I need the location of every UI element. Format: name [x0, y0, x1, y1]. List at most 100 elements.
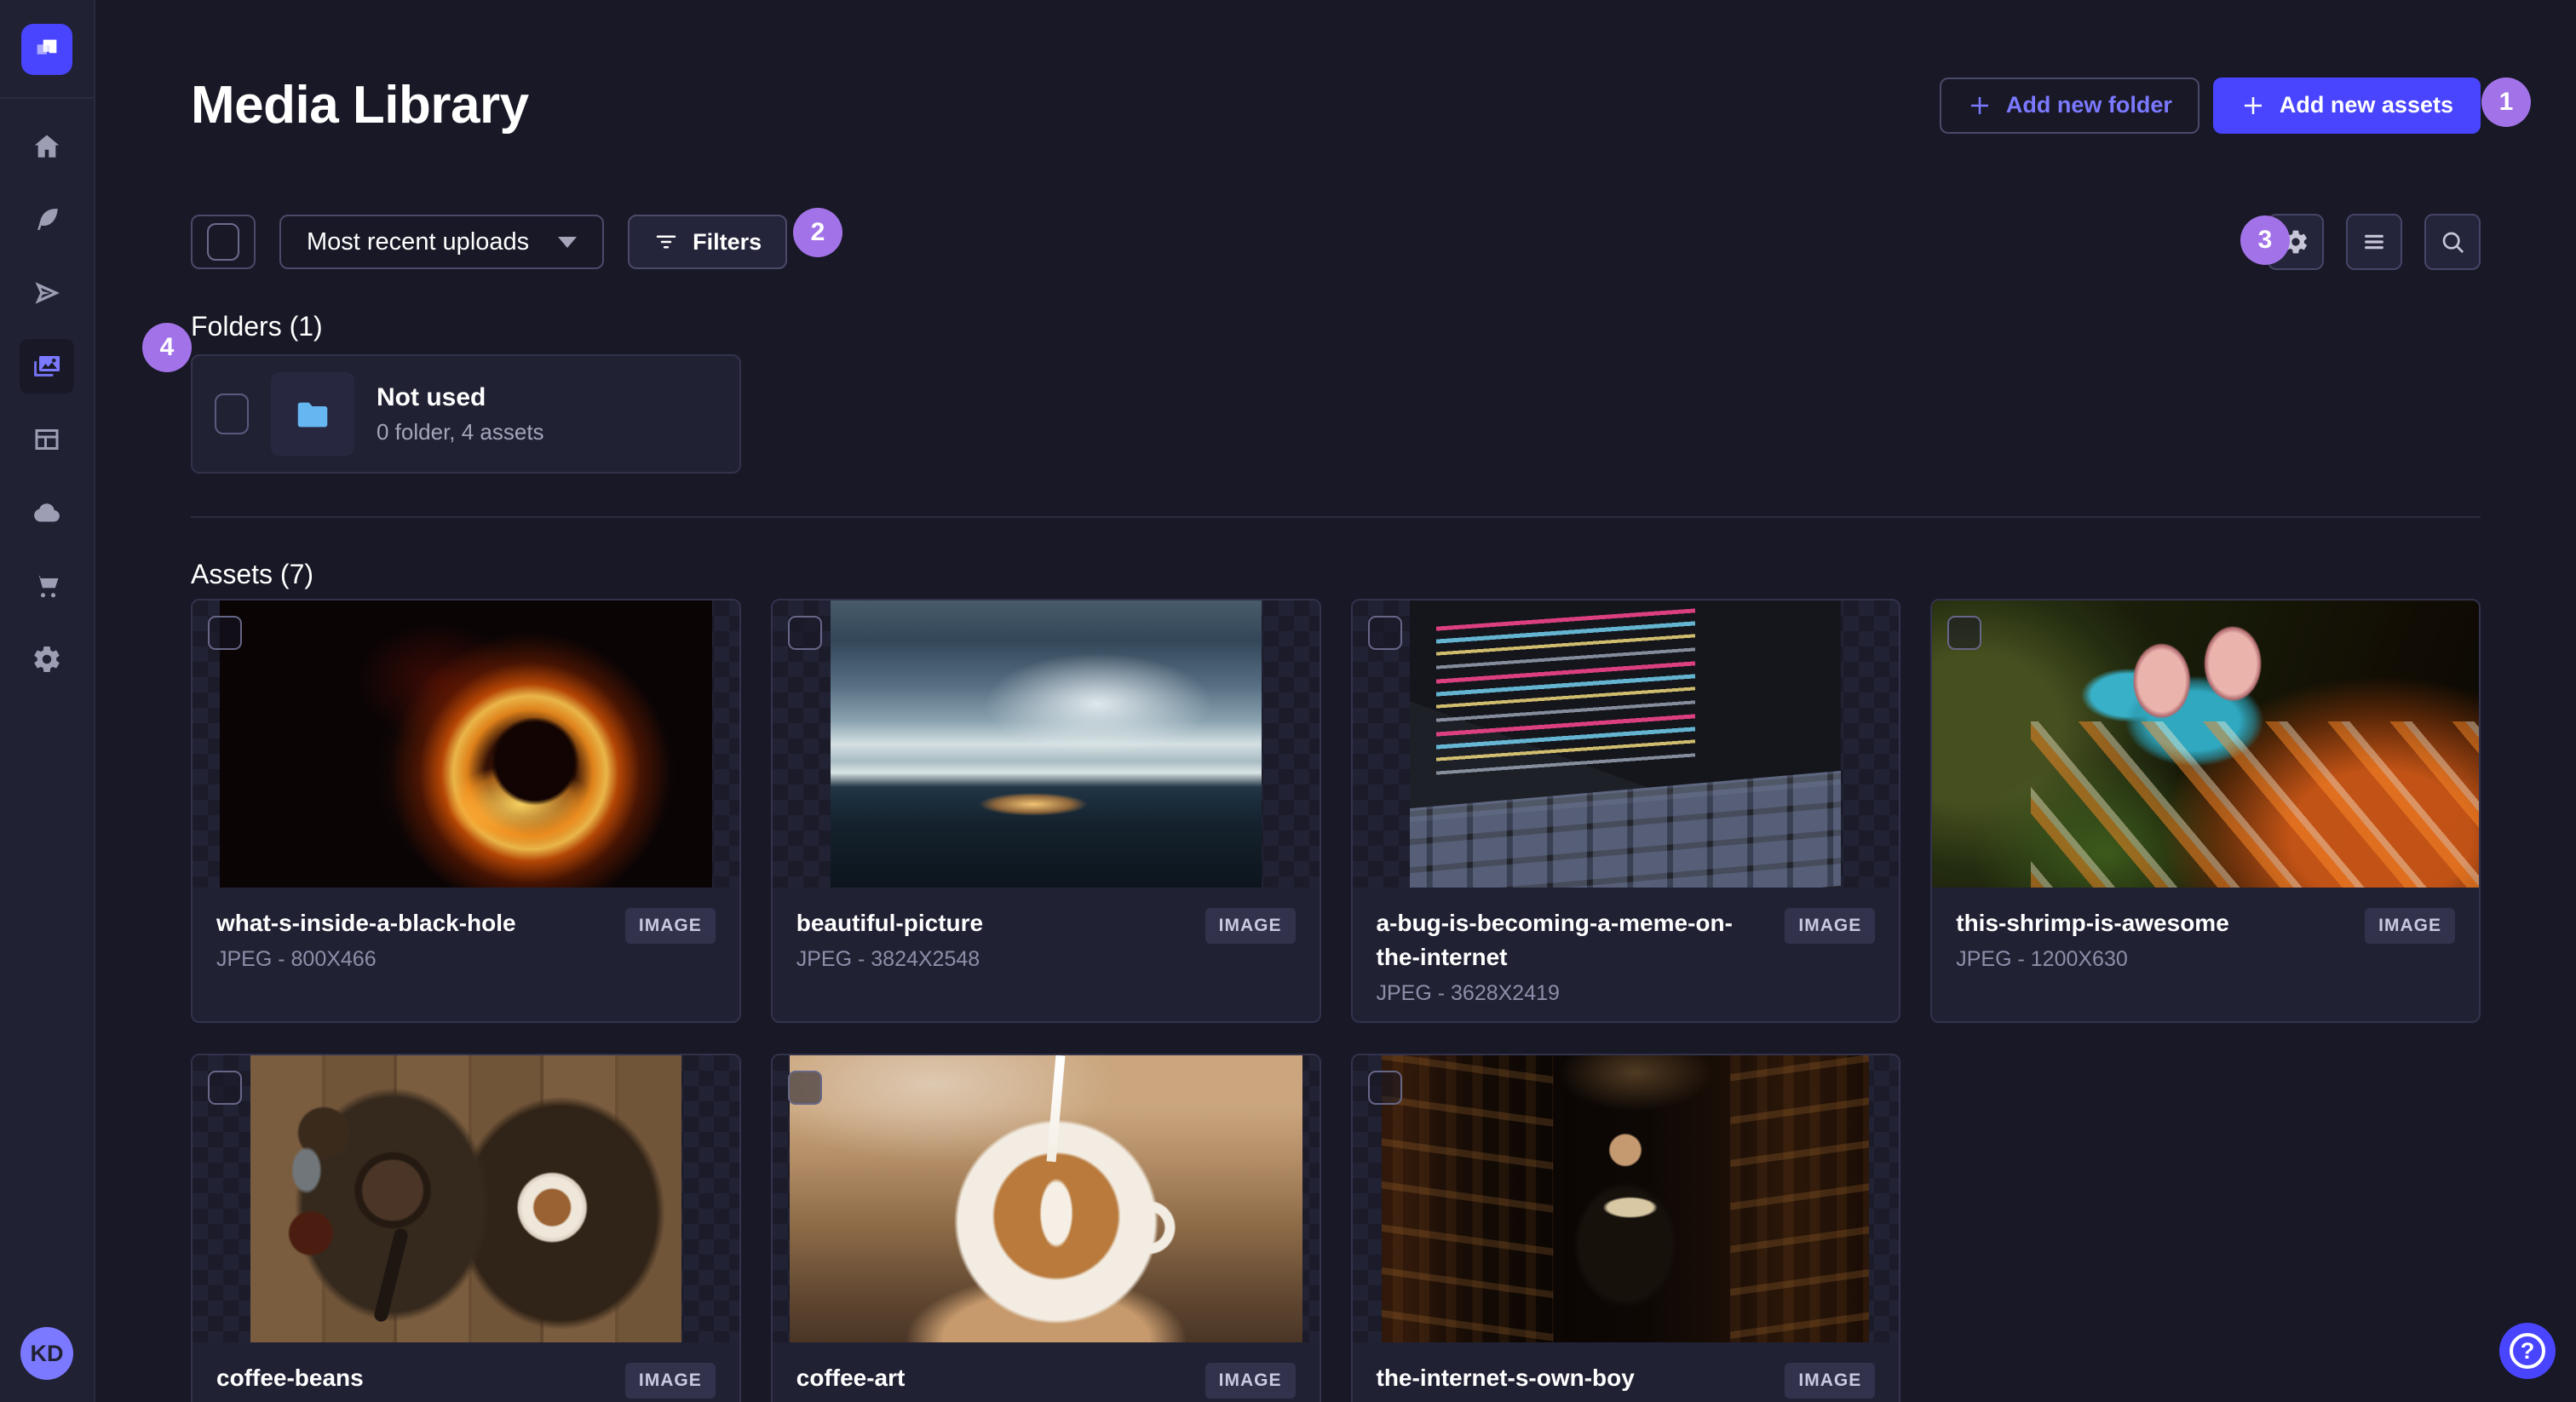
asset-texts: a-bug-is-becoming-a-meme-on-the-internet… [1377, 906, 1770, 1006]
toolbar: Most recent uploads Filters [191, 214, 2481, 270]
asset-texts: this-shrimp-is-awesome JPEG - 1200X630 [1956, 906, 2349, 972]
asset-name: this-shrimp-is-awesome [1956, 910, 2229, 936]
asset-texts: what-s-inside-a-black-hole JPEG - 800X46… [216, 906, 610, 972]
page-title: Media Library [191, 76, 529, 135]
filters-button[interactable]: Filters [628, 215, 788, 269]
asset-checkbox[interactable] [1947, 616, 1982, 650]
asset-image-coffee-beans [250, 1055, 681, 1342]
asset-card[interactable]: coffee-beans JPEG - 5021X3347 IMAGE [191, 1054, 741, 1402]
asset-checkbox[interactable] [1367, 1071, 1402, 1105]
list-view-button[interactable] [2346, 214, 2402, 270]
asset-image-library-boy [1382, 1055, 1870, 1342]
assets-grid: what-s-inside-a-black-hole JPEG - 800X46… [191, 599, 2481, 1402]
main-content: Media Library Add new folder Add new ass… [95, 0, 2576, 1402]
sidebar-footer: KD [20, 1327, 73, 1380]
folder-icon [297, 402, 328, 428]
asset-checkbox[interactable] [1367, 616, 1402, 650]
asset-meta: JPEG - 1200X630 [1956, 947, 2128, 971]
asset-card[interactable]: coffee-art JPEG - 5824X3259 IMAGE [770, 1054, 1321, 1402]
add-new-folder-button[interactable]: Add new folder [1939, 77, 2199, 134]
feather-icon [37, 209, 58, 231]
sidebar-item-marketplace[interactable] [20, 559, 74, 613]
sidebar-item-home[interactable] [20, 119, 74, 174]
folders-section-title: Folders (1) [191, 311, 323, 342]
strapi-logo-icon [37, 39, 57, 55]
asset-image-mountains [830, 600, 1262, 888]
folder-card[interactable]: Not used 0 folder, 4 assets [191, 354, 741, 474]
asset-meta: JPEG - 800X466 [216, 947, 377, 971]
folder-texts: Not used 0 folder, 4 assets [377, 383, 544, 445]
sidebar-item-settings[interactable] [20, 632, 74, 687]
toolbar-right [2268, 214, 2481, 270]
add-new-folder-label: Add new folder [2005, 92, 2172, 118]
asset-footer: coffee-art JPEG - 5824X3259 IMAGE [773, 1342, 1320, 1402]
sidebar-item-content-manager[interactable] [20, 412, 74, 467]
plus-icon [1970, 96, 1988, 114]
asset-name: what-s-inside-a-black-hole [216, 910, 516, 936]
asset-footer: coffee-beans JPEG - 5021X3347 IMAGE [193, 1342, 739, 1402]
folder-name: Not used [377, 382, 486, 411]
asset-checkbox[interactable] [208, 616, 242, 650]
page-header: Media Library Add new folder Add new ass… [191, 75, 2481, 135]
asset-card[interactable]: what-s-inside-a-black-hole JPEG - 800X46… [191, 599, 741, 1023]
asset-checkbox[interactable] [787, 1071, 822, 1105]
strapi-logo[interactable] [21, 24, 72, 75]
asset-thumbnail-area [1932, 600, 2479, 888]
asset-footer: a-bug-is-becoming-a-meme-on-the-internet… [1353, 888, 1900, 1018]
asset-footer: what-s-inside-a-black-hole JPEG - 800X46… [193, 888, 739, 984]
home-icon [34, 135, 60, 158]
sidebar: KD [0, 0, 95, 1402]
sidebar-item-content-builder[interactable] [20, 192, 74, 247]
select-all-button[interactable] [191, 215, 256, 269]
asset-image-black-hole [219, 600, 712, 888]
asset-thumbnail-area [772, 600, 1320, 888]
asset-type-badge: IMAGE [2365, 908, 2455, 944]
asset-name: the-internet-s-own-boy [1376, 1365, 1635, 1391]
search-icon [2442, 232, 2464, 253]
header-actions: Add new folder Add new assets [1939, 77, 2481, 134]
asset-image-coffee-art [789, 1055, 1302, 1342]
asset-thumbnail-area [1352, 1055, 1900, 1342]
sidebar-item-releases[interactable] [20, 266, 74, 320]
asset-footer: this-shrimp-is-awesome JPEG - 1200X630 I… [1932, 888, 2479, 984]
asset-name: coffee-art [796, 1365, 906, 1391]
filter-icon [656, 235, 676, 249]
gear-icon [34, 646, 60, 672]
annotation-badge-4: 4 [142, 323, 192, 372]
shopping-cart-icon [37, 576, 59, 598]
asset-card[interactable]: beautiful-picture JPEG - 3824X2548 IMAGE [770, 599, 1321, 1023]
assets-section-title: Assets (7) [191, 559, 314, 589]
asset-type-badge: IMAGE [1205, 1363, 1296, 1399]
asset-card[interactable]: this-shrimp-is-awesome JPEG - 1200X630 I… [1930, 599, 2481, 1023]
plus-icon [2244, 96, 2262, 114]
add-new-assets-label: Add new assets [2279, 92, 2453, 118]
asset-type-badge: IMAGE [1785, 1363, 1876, 1399]
asset-texts: coffee-art JPEG - 5824X3259 [796, 1361, 1190, 1402]
media-library-icon [34, 356, 60, 376]
help-button[interactable]: ? [2499, 1323, 2556, 1379]
filters-label: Filters [693, 228, 762, 255]
select-all-checkbox[interactable] [207, 223, 239, 261]
paper-plane-icon [35, 282, 60, 304]
asset-thumbnail-area [193, 600, 739, 888]
asset-card[interactable]: the-internet-s-own-boy JPEG - 1200X707 I… [1350, 1054, 1901, 1402]
sidebar-item-media-library[interactable] [20, 339, 74, 394]
asset-thumbnail-area [193, 1055, 739, 1342]
asset-meta: JPEG - 3824X2548 [796, 947, 980, 971]
sort-select[interactable]: Most recent uploads [279, 215, 605, 269]
asset-texts: the-internet-s-own-boy JPEG - 1200X707 [1377, 1361, 1770, 1402]
question-mark-icon: ? [2510, 1333, 2545, 1369]
folder-tile [271, 372, 354, 456]
asset-texts: beautiful-picture JPEG - 3824X2548 [796, 906, 1190, 972]
sidebar-item-deploy[interactable] [20, 486, 74, 540]
search-button[interactable] [2424, 214, 2481, 270]
user-avatar[interactable]: KD [20, 1327, 73, 1380]
annotation-badge-1: 1 [2481, 78, 2531, 127]
chevron-down-icon [558, 236, 578, 248]
asset-footer: beautiful-picture JPEG - 3824X2548 IMAGE [773, 888, 1320, 984]
add-new-assets-button[interactable]: Add new assets [2212, 77, 2481, 134]
folder-checkbox[interactable] [215, 394, 249, 434]
asset-card[interactable]: a-bug-is-becoming-a-meme-on-the-internet… [1350, 599, 1901, 1023]
asset-checkbox[interactable] [208, 1071, 242, 1105]
asset-checkbox[interactable] [787, 616, 822, 650]
